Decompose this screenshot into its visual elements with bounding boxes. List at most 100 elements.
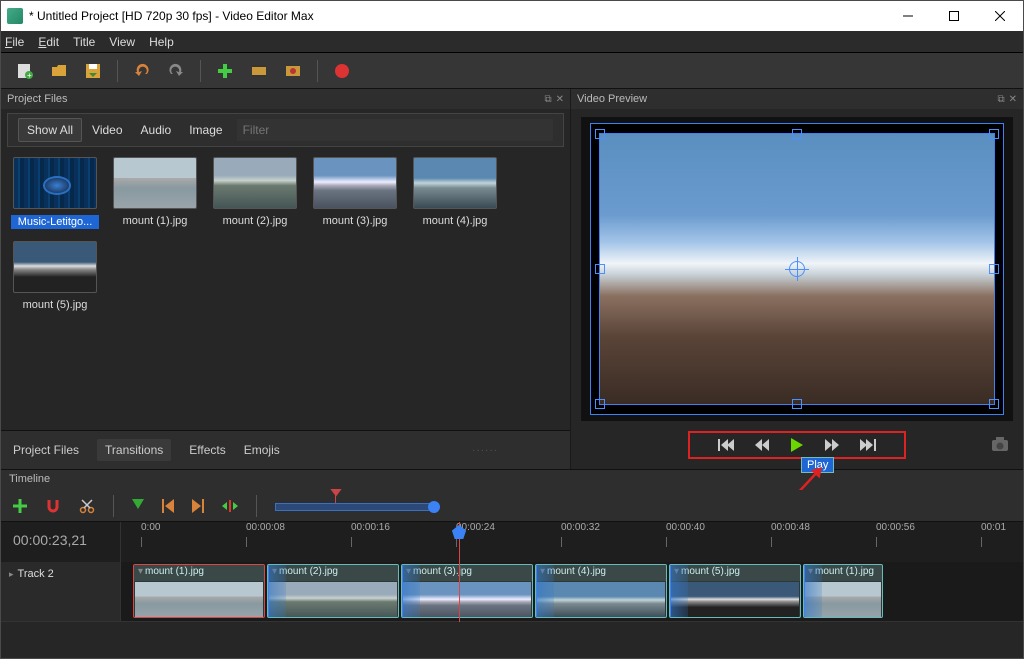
media-label: Music-Letitgo... — [11, 215, 99, 229]
media-item-image[interactable]: mount (5).jpg — [11, 241, 99, 311]
mini-playhead[interactable] — [335, 495, 336, 503]
track-name: Track 2 — [18, 568, 54, 615]
transition-handle[interactable] — [268, 565, 286, 617]
snapshot-icon[interactable] — [991, 436, 1009, 455]
media-item-image[interactable]: mount (3).jpg — [311, 157, 399, 229]
minimize-button[interactable] — [885, 1, 931, 31]
resize-handle-mr[interactable] — [989, 264, 999, 274]
timeline-clip[interactable]: ▾mount (1).jpg — [133, 564, 265, 618]
playhead-line[interactable] — [459, 522, 460, 622]
resize-handle-ml[interactable] — [595, 264, 605, 274]
media-item-image[interactable]: mount (2).jpg — [211, 157, 299, 229]
record-icon[interactable] — [332, 61, 352, 81]
timeline-panel: Timeline 00:00:23,21 — [1, 469, 1023, 658]
filter-tab-audio[interactable]: Audio — [133, 119, 180, 141]
next-marker-icon[interactable] — [192, 499, 204, 513]
toolbar-separator — [256, 495, 257, 517]
timeline-clip[interactable]: ▾mount (3).jpg — [401, 564, 533, 618]
tab-project-files[interactable]: Project Files — [13, 443, 79, 457]
menu-file[interactable]: File — [5, 35, 24, 49]
panel-detach-icon[interactable]: ⧉ — [544, 94, 551, 105]
media-item-image[interactable]: mount (4).jpg — [411, 157, 499, 229]
transition-handle[interactable] — [670, 565, 688, 617]
transition-handle[interactable] — [804, 565, 822, 617]
filter-tab-show-all[interactable]: Show All — [18, 118, 82, 142]
marker-icon[interactable] — [132, 499, 144, 513]
tab-emojis[interactable]: Emojis — [244, 443, 280, 457]
filter-tab-video[interactable]: Video — [84, 119, 130, 141]
transport-controls — [688, 431, 906, 459]
filmstrip-icon[interactable] — [249, 61, 269, 81]
media-item-image[interactable]: mount (1).jpg — [111, 157, 199, 229]
track-label[interactable]: ▸ Track 2 — [1, 562, 121, 621]
open-project-icon[interactable] — [49, 61, 69, 81]
undo-icon[interactable] — [132, 61, 152, 81]
panel-resize-handle[interactable]: ······ — [472, 445, 498, 456]
cut-icon[interactable] — [79, 498, 95, 514]
clip-label: mount (4).jpg — [547, 566, 606, 580]
media-item-audio[interactable]: Music-Letitgo... — [11, 157, 99, 229]
media-label: mount (5).jpg — [11, 299, 99, 311]
resize-handle-tc[interactable] — [792, 129, 802, 139]
project-files-grid: Music-Letitgo... mount (1).jpg mount (2)… — [1, 151, 570, 430]
clip-thumbnail — [537, 582, 665, 618]
clip-thumbnail — [269, 582, 397, 618]
resize-handle-bl[interactable] — [595, 399, 605, 409]
time-mark: 00:00:32 — [561, 522, 600, 533]
menu-bar: File Edit Title View Help — [1, 31, 1023, 53]
panel-close-icon[interactable]: ✕ — [556, 94, 564, 105]
fast-forward-button[interactable] — [824, 438, 840, 452]
panel-close-icon[interactable]: ✕ — [1009, 94, 1017, 105]
tab-effects[interactable]: Effects — [189, 443, 225, 457]
clip-grip-icon[interactable]: ▾ — [138, 566, 143, 580]
image-thumbnail — [213, 157, 297, 209]
ruler-marks: 0:00 00:00:08 00:00:16 00:00:24 00:00:32… — [121, 522, 1023, 562]
transition-handle[interactable] — [536, 565, 554, 617]
timeline-toolbar — [1, 490, 1023, 522]
rewind-button[interactable] — [754, 438, 770, 452]
preview-image[interactable] — [599, 133, 995, 405]
redo-icon[interactable] — [166, 61, 186, 81]
menu-title[interactable]: Title — [73, 35, 95, 49]
timeline-clip[interactable]: ▾mount (1).jpg — [803, 564, 883, 618]
menu-view[interactable]: View — [109, 35, 135, 49]
resize-handle-bc[interactable] — [792, 399, 802, 409]
time-mark: 00:01 — [981, 522, 1006, 533]
filter-input[interactable] — [237, 119, 553, 141]
maximize-button[interactable] — [931, 1, 977, 31]
save-project-icon[interactable] — [83, 61, 103, 81]
menu-edit[interactable]: Edit — [38, 35, 59, 49]
media-label: mount (4).jpg — [411, 215, 499, 227]
close-button[interactable] — [977, 1, 1023, 31]
snap-icon[interactable] — [45, 498, 61, 514]
timeline-clip[interactable]: ▾mount (2).jpg — [267, 564, 399, 618]
timeline-clip[interactable]: ▾mount (5).jpg — [669, 564, 801, 618]
track-content[interactable]: ▾mount (1).jpg ▾mount (2).jpg ▾mount (3)… — [121, 562, 1023, 621]
panel-detach-icon[interactable]: ⧉ — [997, 94, 1004, 105]
play-button[interactable] — [790, 437, 804, 453]
effects-icon[interactable] — [283, 61, 303, 81]
track-collapse-icon[interactable]: ▸ — [9, 569, 14, 615]
center-playhead-icon[interactable] — [222, 499, 238, 513]
resize-handle-tr[interactable] — [989, 129, 999, 139]
transition-handle[interactable] — [402, 565, 420, 617]
preview-viewport[interactable] — [581, 117, 1013, 421]
filter-tab-image[interactable]: Image — [181, 119, 230, 141]
add-track-icon[interactable] — [13, 499, 27, 513]
range-handle[interactable] — [428, 501, 440, 513]
new-project-icon[interactable]: + — [15, 61, 35, 81]
time-mark: 00:00:48 — [771, 522, 810, 533]
timeline-clip[interactable]: ▾mount (4).jpg — [535, 564, 667, 618]
resize-handle-br[interactable] — [989, 399, 999, 409]
menu-help[interactable]: Help — [149, 35, 174, 49]
tab-transitions[interactable]: Transitions — [97, 439, 171, 461]
jump-start-button[interactable] — [718, 438, 734, 452]
timeline-mini-ruler[interactable] — [275, 497, 1011, 515]
timeline-ruler[interactable]: 00:00:23,21 0:00 00:00:08 00:00:16 00:00… — [1, 522, 1023, 562]
prev-marker-icon[interactable] — [162, 499, 174, 513]
jump-end-button[interactable] — [860, 438, 876, 452]
clip-thumbnail — [671, 582, 799, 618]
transport-row: Play — [571, 425, 1023, 469]
resize-handle-tl[interactable] — [595, 129, 605, 139]
import-media-icon[interactable] — [215, 61, 235, 81]
